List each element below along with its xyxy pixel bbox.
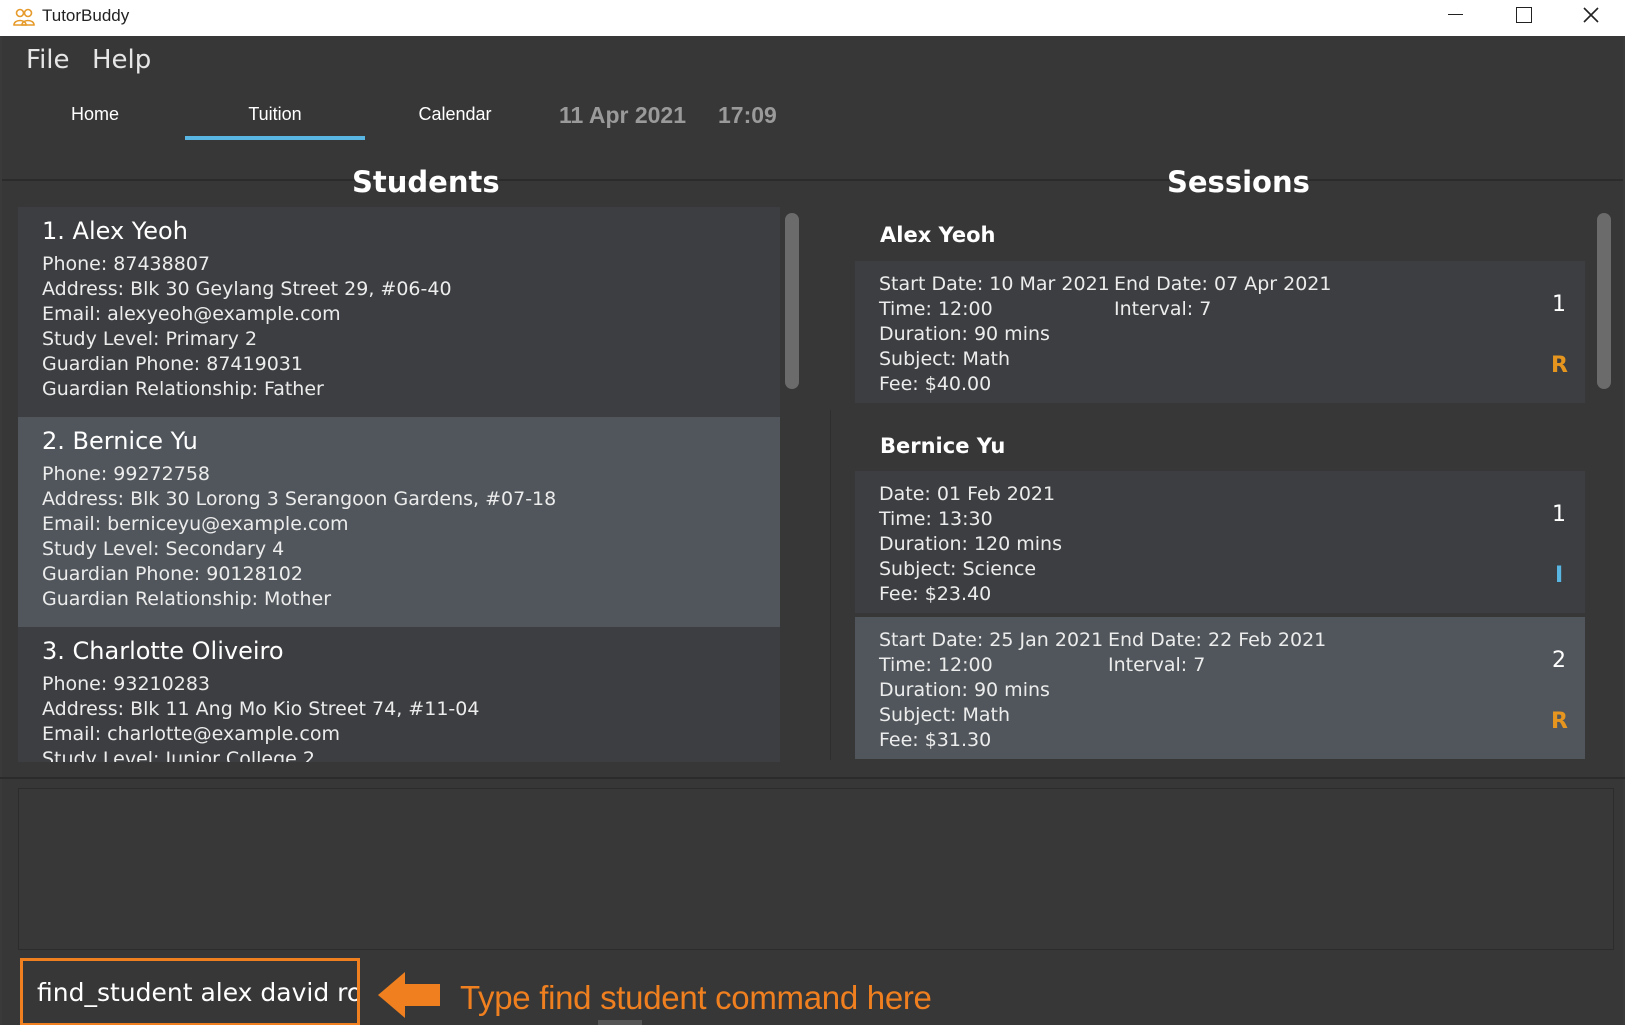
- session-card[interactable]: Start Date: 25 Jan 2021 Time: 12:00 Dura…: [855, 617, 1585, 759]
- tab-tuition[interactable]: Tuition: [185, 92, 365, 178]
- session-group-student: Bernice Yu: [880, 434, 1006, 458]
- panel-separator: [830, 410, 831, 760]
- command-box-highlight: [20, 958, 360, 1025]
- lower-divider: [0, 777, 1625, 779]
- menu-file[interactable]: File: [26, 45, 70, 75]
- session-time: Time: 12:00: [879, 298, 993, 320]
- sessions-scrollbar[interactable]: [1597, 213, 1611, 389]
- session-start-date: Start Date: 10 Mar 2021: [879, 273, 1110, 295]
- recurring-session-badge: R: [1551, 353, 1568, 378]
- student-guardian-relationship: Guardian Relationship: Mother: [42, 588, 332, 610]
- session-card[interactable]: Start Date: 10 Mar 2021 Time: 12:00 Dura…: [855, 261, 1585, 403]
- student-guardian-phone: Guardian Phone: 87419031: [42, 353, 303, 375]
- student-study-level: Study Level: Junior College 2: [42, 748, 315, 762]
- session-index: 1: [1552, 502, 1566, 527]
- maximize-button[interactable]: [1488, 0, 1558, 34]
- session-time: Time: 13:30: [879, 508, 993, 530]
- session-date: Date: 01 Feb 2021: [879, 483, 1056, 505]
- student-email: Email: charlotte@example.com: [42, 723, 340, 745]
- student-phone: Phone: 99272758: [42, 463, 211, 485]
- tab-bar: Home Tuition Calendar 11 Apr 2021 17:09: [2, 92, 1623, 182]
- arrow-left-icon: [378, 972, 440, 1018]
- session-subject: Subject: Math: [879, 348, 1010, 370]
- tab-home[interactable]: Home: [5, 92, 185, 178]
- student-address: Address: Blk 11 Ang Mo Kio Street 74, #1…: [42, 698, 480, 720]
- student-list[interactable]: 1. Alex Yeoh Phone: 87438807 Address: Bl…: [18, 207, 780, 762]
- student-card[interactable]: 1. Alex Yeoh Phone: 87438807 Address: Bl…: [18, 207, 780, 417]
- session-card[interactable]: Date: 01 Feb 2021 Time: 13:30 Duration: …: [855, 471, 1585, 613]
- menu-help[interactable]: Help: [92, 45, 151, 75]
- student-study-level: Study Level: Primary 2: [42, 328, 258, 350]
- close-icon: [1583, 7, 1599, 23]
- current-date: 11 Apr 2021: [559, 102, 687, 128]
- session-subject: Subject: Math: [879, 704, 1010, 726]
- session-end-date: End Date: 07 Apr 2021: [1114, 273, 1332, 295]
- student-name: 3. Charlotte Oliveiro: [42, 637, 284, 665]
- student-phone: Phone: 87438807: [42, 253, 211, 275]
- student-name: 1. Alex Yeoh: [42, 217, 188, 245]
- session-duration: Duration: 90 mins: [879, 679, 1050, 701]
- student-name: 2. Bernice Yu: [42, 427, 198, 455]
- session-duration: Duration: 90 mins: [879, 323, 1050, 345]
- student-phone: Phone: 93210283: [42, 673, 211, 695]
- student-email: Email: berniceyu@example.com: [42, 513, 349, 535]
- student-email: Email: alexyeoh@example.com: [42, 303, 341, 325]
- student-study-level: Study Level: Secondary 4: [42, 538, 285, 560]
- session-index: 1: [1552, 292, 1566, 317]
- status-indicator: [598, 1020, 642, 1025]
- session-fee: Fee: $23.40: [879, 583, 992, 605]
- students-title: Students: [352, 165, 500, 199]
- tab-divider: [2, 179, 1623, 181]
- window-title: TutorBuddy: [42, 6, 130, 25]
- session-index: 2: [1552, 648, 1566, 673]
- current-time: 17:09: [718, 102, 777, 128]
- people-icon: [13, 8, 35, 26]
- sessions-title: Sessions: [1167, 165, 1310, 199]
- student-guardian-relationship: Guardian Relationship: Father: [42, 378, 324, 400]
- student-address: Address: Blk 30 Geylang Street 29, #06-4…: [42, 278, 452, 300]
- session-start-date: Start Date: 25 Jan 2021: [879, 629, 1104, 651]
- recurring-session-badge: R: [1551, 709, 1568, 734]
- session-list[interactable]: Alex Yeoh Start Date: 10 Mar 2021 Time: …: [855, 207, 1585, 762]
- session-fee: Fee: $31.30: [879, 729, 992, 751]
- student-card[interactable]: 3. Charlotte Oliveiro Phone: 93210283 Ad…: [18, 627, 780, 762]
- menu-bar: File Help: [2, 36, 1623, 88]
- session-interval: Interval: 7: [1114, 298, 1212, 320]
- individual-session-badge: I: [1555, 563, 1564, 588]
- minimize-button[interactable]: [1420, 0, 1490, 34]
- annotation-text: Type find student command here: [460, 979, 932, 1016]
- session-interval: Interval: 7: [1108, 654, 1206, 676]
- command-input[interactable]: [23, 961, 357, 1023]
- session-duration: Duration: 120 mins: [879, 533, 1062, 555]
- title-bar: TutorBuddy: [0, 0, 1625, 36]
- session-end-date: End Date: 22 Feb 2021: [1108, 629, 1327, 651]
- student-card[interactable]: 2. Bernice Yu Phone: 99272758 Address: B…: [18, 417, 780, 627]
- session-subject: Subject: Science: [879, 558, 1037, 580]
- student-address: Address: Blk 30 Lorong 3 Serangoon Garde…: [42, 488, 557, 510]
- close-button[interactable]: [1556, 0, 1625, 34]
- students-scrollbar[interactable]: [785, 213, 799, 389]
- result-display: [18, 788, 1614, 950]
- session-time: Time: 12:00: [879, 654, 993, 676]
- session-fee: Fee: $40.00: [879, 373, 992, 395]
- session-group-student: Alex Yeoh: [880, 223, 996, 247]
- student-guardian-phone: Guardian Phone: 90128102: [42, 563, 303, 585]
